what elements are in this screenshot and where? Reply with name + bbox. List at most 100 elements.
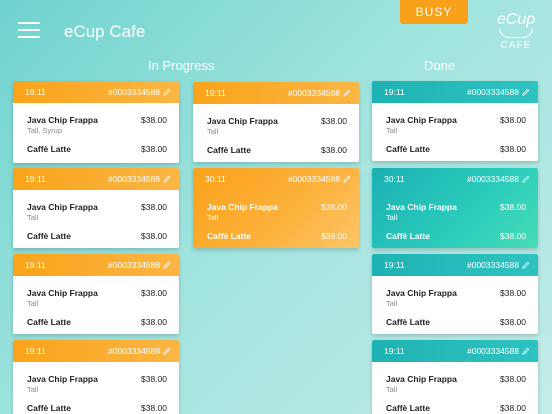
logo-main-text: eCup: [496, 11, 536, 28]
card-body: Java Chip Frappa Tall $38.00 Caffè Latte …: [372, 103, 538, 160]
item-options: Tall: [27, 299, 39, 308]
order-item: Caffè Latte $38.00: [386, 400, 526, 413]
item-price: $38.00: [141, 317, 167, 327]
order-time: 19:11: [25, 87, 46, 97]
order-card[interactable]: 19:11 #0003334588 Java Chip Frappa Tall $…: [13, 340, 179, 414]
item-options: Tall: [27, 213, 39, 222]
item-price: $38.00: [500, 403, 526, 413]
item-name: Caffè Latte: [207, 145, 251, 155]
order-card-selected[interactable]: 30:11 #0003334588 Java Chip Frappa Tall $…: [372, 168, 538, 248]
item-options: Tall: [386, 299, 398, 308]
order-time: 19:11: [25, 346, 46, 356]
order-card[interactable]: 19:11 #0003334588 Java Chip Frappa Tall $…: [372, 254, 538, 334]
item-options: Tall: [27, 385, 39, 394]
order-item: Caffè Latte $38.00: [27, 141, 167, 154]
cup-icon: [499, 28, 533, 38]
ecup-logo: eCup CAFE: [496, 8, 536, 52]
order-number: #0003334588: [466, 87, 519, 97]
column-title-done: Done: [424, 58, 456, 73]
card-header: 19:11 #0003334588: [13, 340, 179, 362]
order-time: 19:11: [205, 88, 226, 98]
card-header: 19:11 #0003334588: [13, 81, 179, 103]
order-item: Java Chip Frappa Tall $38.00: [386, 194, 526, 228]
item-price: $38.00: [321, 116, 347, 126]
item-name: Java Chip Frappa: [27, 115, 98, 125]
card-body: Java Chip Frappa Tall $38.00 Caffè Latte …: [13, 362, 179, 414]
edit-pencil-icon[interactable]: [522, 88, 530, 96]
order-card[interactable]: 19:11 #0003334588 Java Chip Frappa Tall, …: [13, 81, 179, 163]
edit-pencil-icon[interactable]: [522, 347, 530, 355]
order-number: #0003334588: [287, 174, 340, 184]
busy-button[interactable]: BUSY: [400, 0, 468, 24]
order-card[interactable]: 19:11 #0003334588 Java Chip Frappa Tall $…: [13, 254, 179, 334]
order-time: 19:11: [384, 346, 405, 356]
item-name: Java Chip Frappa: [27, 288, 98, 298]
item-name: Caffè Latte: [386, 231, 430, 241]
item-price: $38.00: [500, 317, 526, 327]
order-number: #0003334588: [107, 87, 160, 97]
logo-sub-text: CAFE: [500, 40, 532, 51]
order-item: Caffè Latte $38.00: [386, 141, 526, 154]
card-header: 19:11 #0003334588: [372, 254, 538, 276]
card-header: 19:11 #0003334588: [372, 340, 538, 362]
edit-pencil-icon[interactable]: [522, 261, 530, 269]
card-body: Java Chip Frappa Tall $38.00 Caffè Latte …: [193, 190, 359, 247]
card-body: Java Chip Frappa Tall $38.00 Caffè Latte …: [372, 276, 538, 333]
card-body: Java Chip Frappa Tall $38.00 Caffè Latte …: [13, 190, 179, 247]
item-price: $38.00: [500, 231, 526, 241]
card-body: Java Chip Frappa Tall $38.00 Caffè Latte …: [372, 362, 538, 414]
card-header: 19:11 #0003334588: [13, 254, 179, 276]
item-price: $38.00: [141, 288, 167, 298]
item-options: Tall: [386, 126, 398, 135]
order-card[interactable]: 19:11 #0003334588 Java Chip Frappa Tall $…: [13, 168, 179, 248]
order-time: 19:11: [384, 260, 405, 270]
order-number: #0003334588: [107, 260, 160, 270]
card-header: 30:11 #0003334588: [372, 168, 538, 190]
item-price: $38.00: [141, 202, 167, 212]
order-time: 30:11: [205, 174, 226, 184]
edit-pencil-icon[interactable]: [343, 175, 351, 183]
menu-icon[interactable]: [18, 22, 40, 38]
edit-pencil-icon[interactable]: [522, 175, 530, 183]
item-name: Caffè Latte: [207, 231, 251, 241]
order-item: Caffè Latte $38.00: [386, 228, 526, 241]
order-item: Caffè Latte $38.00: [207, 228, 347, 241]
item-price: $38.00: [141, 115, 167, 125]
order-card-selected[interactable]: 30:11 #0003334588 Java Chip Frappa Tall $…: [193, 168, 359, 248]
item-name: Java Chip Frappa: [207, 116, 278, 126]
edit-pencil-icon[interactable]: [163, 88, 171, 96]
edit-pencil-icon[interactable]: [163, 261, 171, 269]
order-card[interactable]: 19:11 #0003334588 Java Chip Frappa Tall $…: [372, 340, 538, 414]
item-name: Caffè Latte: [386, 403, 430, 413]
order-item: Java Chip Frappa Tall $38.00: [27, 280, 167, 314]
item-price: $38.00: [321, 145, 347, 155]
edit-pencil-icon[interactable]: [163, 175, 171, 183]
column-title-in-progress: In Progress: [148, 58, 215, 73]
item-name: Caffè Latte: [386, 317, 430, 327]
item-name: Java Chip Frappa: [386, 288, 457, 298]
edit-pencil-icon[interactable]: [343, 89, 351, 97]
item-name: Caffè Latte: [27, 144, 71, 154]
item-options: Tall: [207, 213, 219, 222]
item-price: $38.00: [500, 202, 526, 212]
order-card[interactable]: 19:11 #0003334588 Java Chip Frappa Tall $…: [372, 81, 538, 161]
item-price: $38.00: [321, 202, 347, 212]
item-price: $38.00: [500, 115, 526, 125]
item-price: $38.00: [500, 374, 526, 384]
order-item: Java Chip Frappa Tall $38.00: [386, 107, 526, 141]
item-name: Java Chip Frappa: [27, 374, 98, 384]
order-item: Caffè Latte $38.00: [386, 314, 526, 327]
order-item: Java Chip Frappa Tall, Syrup $38.00: [27, 107, 167, 141]
order-number: #0003334588: [287, 88, 340, 98]
item-name: Java Chip Frappa: [386, 115, 457, 125]
item-price: $38.00: [141, 374, 167, 384]
item-name: Java Chip Frappa: [386, 202, 457, 212]
order-time: 30:11: [384, 174, 405, 184]
order-item: Java Chip Frappa Tall $38.00: [27, 194, 167, 228]
card-header: 19:11 #0003334588: [13, 168, 179, 190]
order-card[interactable]: 19:11 #0003334588 Java Chip Frappa Tall $…: [193, 82, 359, 162]
edit-pencil-icon[interactable]: [163, 347, 171, 355]
item-price: $38.00: [500, 288, 526, 298]
order-time: 19:11: [25, 174, 46, 184]
card-body: Java Chip Frappa Tall, Syrup $38.00 Caffè…: [13, 103, 179, 160]
